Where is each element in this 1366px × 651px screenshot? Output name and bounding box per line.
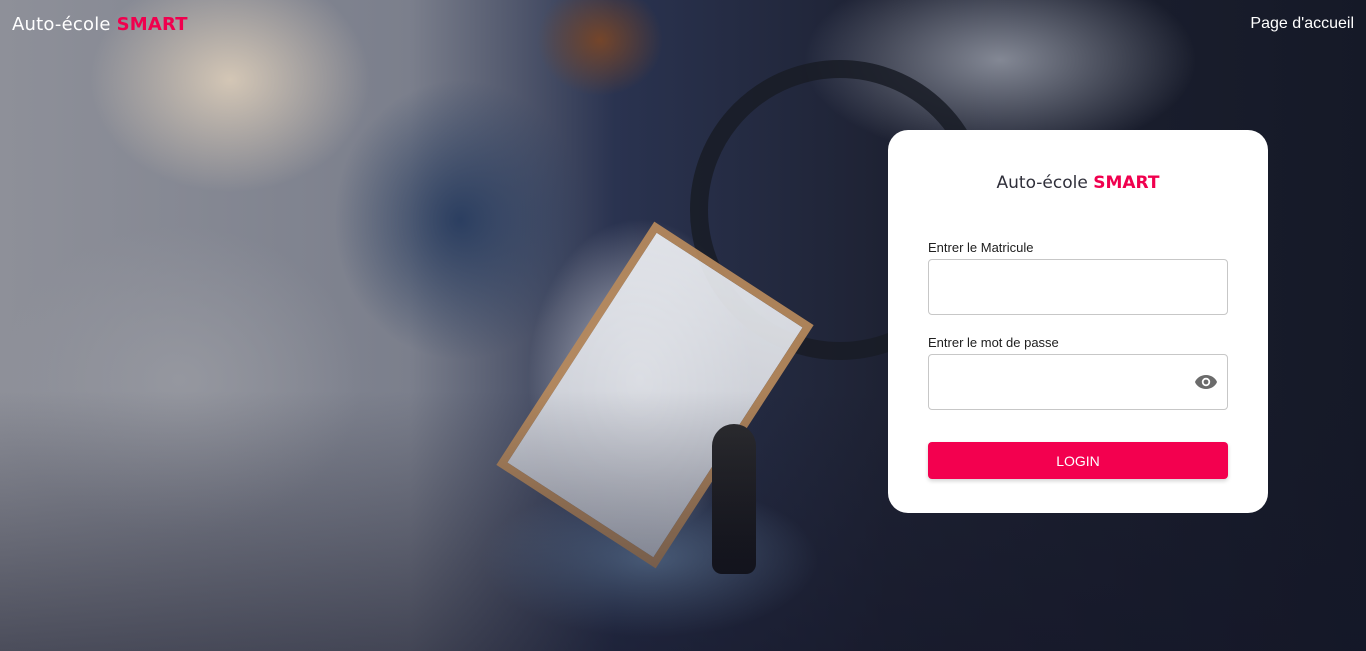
matricule-label: Entrer le Matricule [928,240,1034,255]
brand-prefix: Auto-école [12,14,111,35]
password-label: Entrer le mot de passe [928,335,1059,350]
brand-accent: SMART [116,14,188,35]
home-page-link[interactable]: Page d'accueil [1250,15,1354,33]
matricule-group: Entrer le Matricule [928,240,1228,315]
password-input[interactable] [928,354,1228,410]
password-wrapper [928,354,1228,410]
login-card: Auto-école SMART Entrer le Matricule Ent… [888,130,1268,513]
matricule-input[interactable] [928,259,1228,315]
password-group: Entrer le mot de passe [928,335,1228,410]
card-title-prefix: Auto-école [996,173,1088,193]
login-button[interactable]: LOGIN [928,442,1228,479]
card-title-accent: SMART [1093,173,1160,193]
card-title: Auto-école SMART [928,173,1228,193]
eye-icon[interactable] [1194,372,1218,392]
brand-logo: Auto-école SMART [12,14,188,35]
